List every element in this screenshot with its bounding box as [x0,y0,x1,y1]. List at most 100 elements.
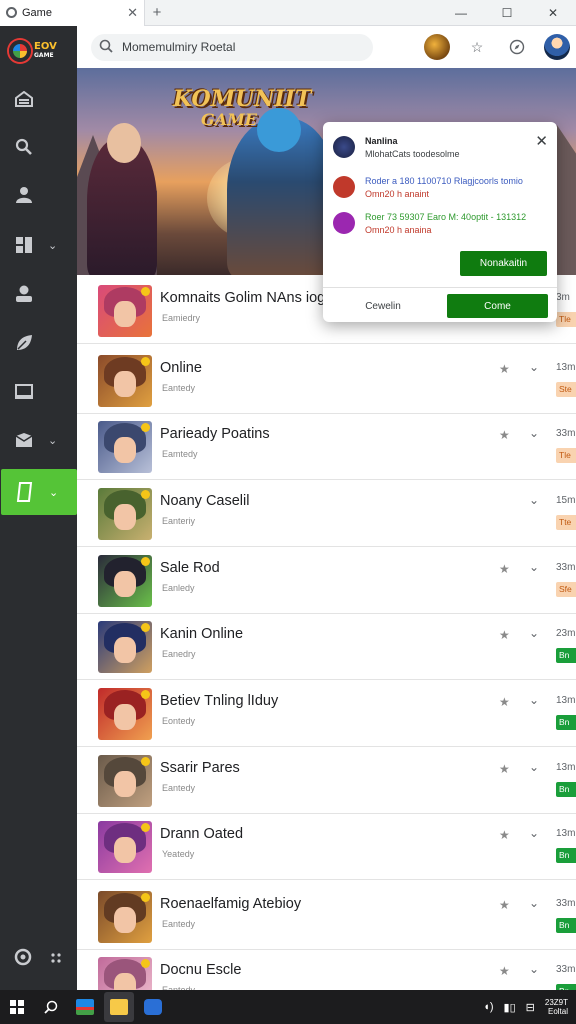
chevron-down-icon[interactable]: ⌄ [529,962,539,976]
browser-icon [144,999,162,1015]
game-thumbnail[interactable] [98,355,152,407]
sidebar-item-search[interactable] [0,124,77,170]
chevron-down-icon[interactable]: ⌄ [529,560,539,574]
network-icon[interactable]: ▮▯ [504,1001,516,1014]
apps-icon[interactable] [50,951,62,969]
browser-tab[interactable]: Game ✕ [0,0,145,26]
favorite-star-icon[interactable]: ★ [499,695,510,709]
game-thumbnail[interactable] [98,421,152,473]
settings-icon[interactable] [14,948,32,971]
notification-time: Omn20 h anaint [365,189,430,199]
game-row[interactable]: Noany Caselil Eanteriy ⌄ 15m Tte [77,481,576,547]
users-icon [14,185,34,205]
chevron-down-icon[interactable]: ⌄ [529,693,539,707]
game-title[interactable]: Kanin Online [160,626,243,642]
sidebar-item-games[interactable]: ⌄ [1,469,77,515]
battery-icon[interactable]: ⊟ [526,1001,535,1014]
chevron-down-icon[interactable]: ⌄ [529,896,539,910]
game-extension-icon[interactable] [424,34,450,60]
game-title[interactable]: Sale Rod [160,560,220,576]
game-thumbnail[interactable] [98,821,152,873]
favorite-star-icon[interactable]: ★ [499,628,510,642]
game-title[interactable]: Docnu Escle [160,962,241,978]
search-icon[interactable] [36,992,66,1022]
popup-cancel-button[interactable]: Cewelin [333,294,433,318]
game-row[interactable]: Sale Rod Eanledy ★ ⌄ 33m Sfe [77,548,576,614]
game-row[interactable]: Roenaelfamig Atebioy Eantedy ★ ⌄ 33m Bn [77,884,576,950]
game-title[interactable]: Roenaelfamig Atebioy [160,896,301,912]
taskbar-app-explorer[interactable] [70,992,100,1022]
game-title[interactable]: Betiev Tnling lIduy [160,693,278,709]
game-title[interactable]: Parieady Poatins [160,426,270,442]
chevron-down-icon[interactable]: ⌄ [529,826,539,840]
minimize-button[interactable]: — [438,6,484,20]
game-row[interactable]: Parieady Poatins Eamtedy ★ ⌄ 33m Tle [77,414,576,480]
search-input[interactable]: Momemulmiry Roetal [122,40,235,54]
game-genre: Eamiedry [162,313,201,323]
tab-close-icon[interactable]: ✕ [127,5,138,21]
clock[interactable]: 23Z9T Eoltal [545,998,568,1016]
close-window-button[interactable]: ✕ [530,6,576,20]
start-button[interactable] [2,992,32,1022]
game-row[interactable]: Betiev Tnling lIduy Eontedy ★ ⌄ 13m Bn [77,681,576,747]
star-icon[interactable]: ☆ [464,34,490,60]
favorite-star-icon[interactable]: ★ [499,762,510,776]
game-title[interactable]: Komnaits Golim NAns iog [160,290,325,306]
game-time: 13m [556,762,576,773]
favorite-star-icon[interactable]: ★ [499,562,510,576]
chevron-down-icon[interactable]: ⌄ [529,360,539,374]
game-row[interactable]: Kanin Online Eanedry ★ ⌄ 23m Bn [77,614,576,680]
popup-title: Nanlina [365,136,398,146]
sidebar-item-account[interactable] [0,271,77,317]
app-window-icon [76,999,94,1015]
taskbar-app-folder[interactable] [104,992,134,1022]
game-time: 13m [556,695,576,706]
favorite-star-icon[interactable]: ★ [499,362,510,376]
game-thumbnail[interactable] [98,488,152,540]
game-title[interactable]: Online [160,360,202,376]
folder-icon [110,999,128,1015]
favorite-star-icon[interactable]: ★ [499,898,510,912]
game-title[interactable]: Ssarir Pares [160,760,240,776]
chevron-down-icon[interactable]: ⌄ [529,760,539,774]
game-title[interactable]: Noany Caselil [160,493,249,509]
game-tag: Ste [556,382,576,397]
volume-icon[interactable]: ◖) [483,1001,493,1013]
popup-primary-button[interactable]: Nonakaitin [460,251,547,276]
sidebar-item-discover[interactable] [0,320,77,366]
game-thumbnail[interactable] [98,755,152,807]
new-badge-icon [141,423,150,432]
game-tag: Bn [556,918,576,933]
sidebar-item-profile[interactable] [0,172,77,218]
favorite-star-icon[interactable]: ★ [499,828,510,842]
popup-confirm-button[interactable]: Come [447,294,548,318]
close-icon[interactable]: ✕ [535,132,548,150]
chevron-down-icon[interactable]: ⌄ [529,626,539,640]
chevron-down-icon[interactable]: ⌄ [529,426,539,440]
game-genre: Eanteriy [162,516,196,526]
sidebar-item-library[interactable]: ⌄ [0,222,77,268]
favorite-star-icon[interactable]: ★ [499,428,510,442]
profile-avatar[interactable] [544,34,570,60]
sidebar-item-inbox[interactable]: ⌄ [0,417,77,463]
new-tab-button[interactable]: + [145,4,169,21]
game-thumbnail[interactable] [98,285,152,337]
search-bar[interactable]: Momemulmiry Roetal [91,33,373,61]
game-title[interactable]: Drann Oated [160,826,243,842]
sidebar-item-home[interactable] [0,76,77,122]
game-thumbnail[interactable] [98,621,152,673]
notification-text: Roder a 180 1100710 Rlagjcoorls tomio [365,176,523,186]
taskbar-app-browser[interactable] [138,992,168,1022]
maximize-button[interactable]: ☐ [484,6,530,20]
game-row[interactable]: Drann Oated Yeatedy ★ ⌄ 13m Bn [77,814,576,880]
sidebar-item-display[interactable] [0,369,77,415]
app-logo[interactable]: EOV GAME [9,38,69,64]
favorite-star-icon[interactable]: ★ [499,964,510,978]
game-thumbnail[interactable] [98,688,152,740]
game-thumbnail[interactable] [98,891,152,943]
game-row[interactable]: Ssarir Pares Eantedy ★ ⌄ 13m Bn [77,748,576,814]
game-thumbnail[interactable] [98,555,152,607]
compass-icon[interactable] [504,34,530,60]
game-row[interactable]: Online Eantedy ★ ⌄ 13m Ste [77,348,576,414]
chevron-down-icon[interactable]: ⌄ [529,493,539,507]
